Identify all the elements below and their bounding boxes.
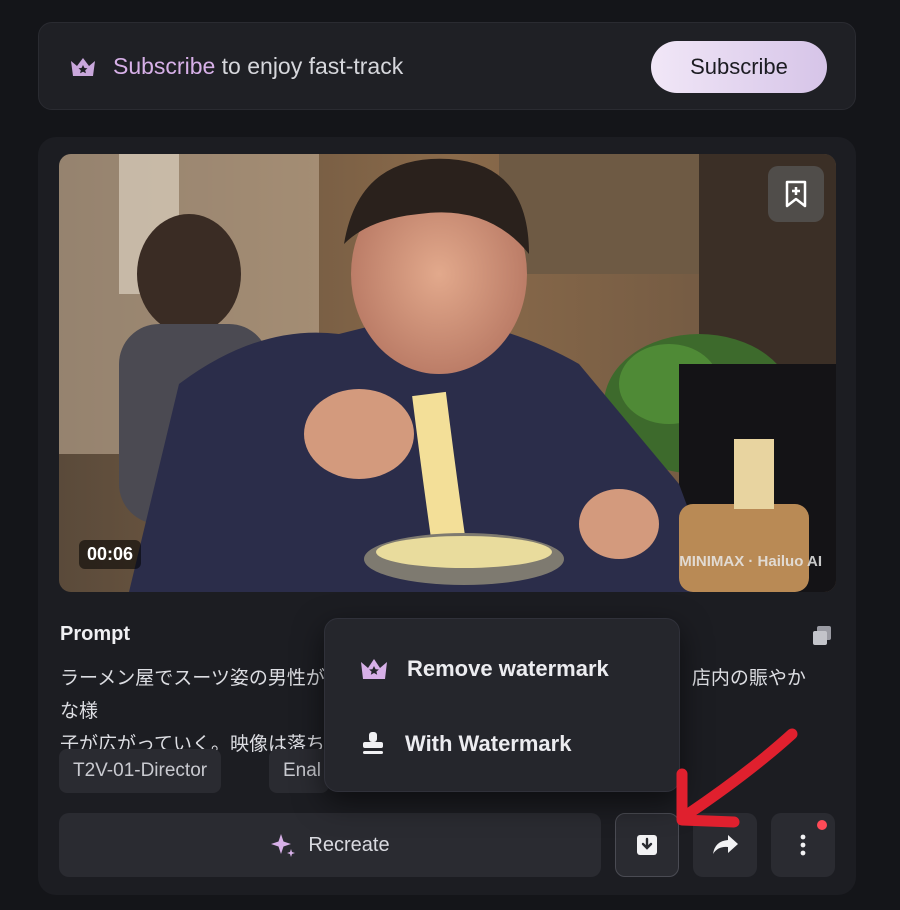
crown-icon: [71, 58, 95, 76]
menu-item-label: Remove watermark: [407, 656, 609, 681]
download-icon: [637, 835, 657, 855]
video-player[interactable]: 00:06 MINIMAX · Hailuo AI: [59, 154, 836, 592]
add-bookmark-button[interactable]: [768, 166, 824, 222]
notification-dot: [817, 820, 827, 830]
video-frame: [59, 154, 836, 592]
stamp-icon: [363, 732, 383, 754]
sparkle-icon: [271, 834, 296, 857]
video-duration: 00:06: [79, 540, 142, 569]
bookmark-plus-icon: [785, 180, 807, 208]
crown-icon: [361, 659, 387, 679]
setting-tag: Enal: [269, 749, 329, 793]
subscribe-text: Subscribe to enjoy fast-track: [113, 53, 404, 79]
annotation-arrow: [676, 728, 798, 828]
share-arrow-icon: [713, 835, 738, 854]
copy-icon[interactable]: [810, 624, 834, 648]
menu-item-remove-watermark[interactable]: Remove watermark: [325, 639, 679, 699]
model-tag: T2V-01-Director: [59, 749, 222, 793]
more-vertical-icon: [800, 834, 806, 856]
menu-item-with-watermark[interactable]: With Watermark: [325, 714, 679, 774]
subscribe-banner: Subscribe to enjoy fast-track Subscribe: [38, 22, 856, 110]
recreate-button[interactable]: Recreate: [59, 813, 601, 877]
download-menu: Remove watermark With Watermark: [324, 618, 680, 792]
prompt-heading: Prompt: [60, 623, 130, 645]
recreate-label: Recreate: [308, 833, 390, 856]
menu-item-label: With Watermark: [405, 731, 572, 756]
subscribe-button[interactable]: Subscribe: [651, 41, 827, 93]
video-watermark: MINIMAX · Hailuo AI: [679, 553, 822, 570]
